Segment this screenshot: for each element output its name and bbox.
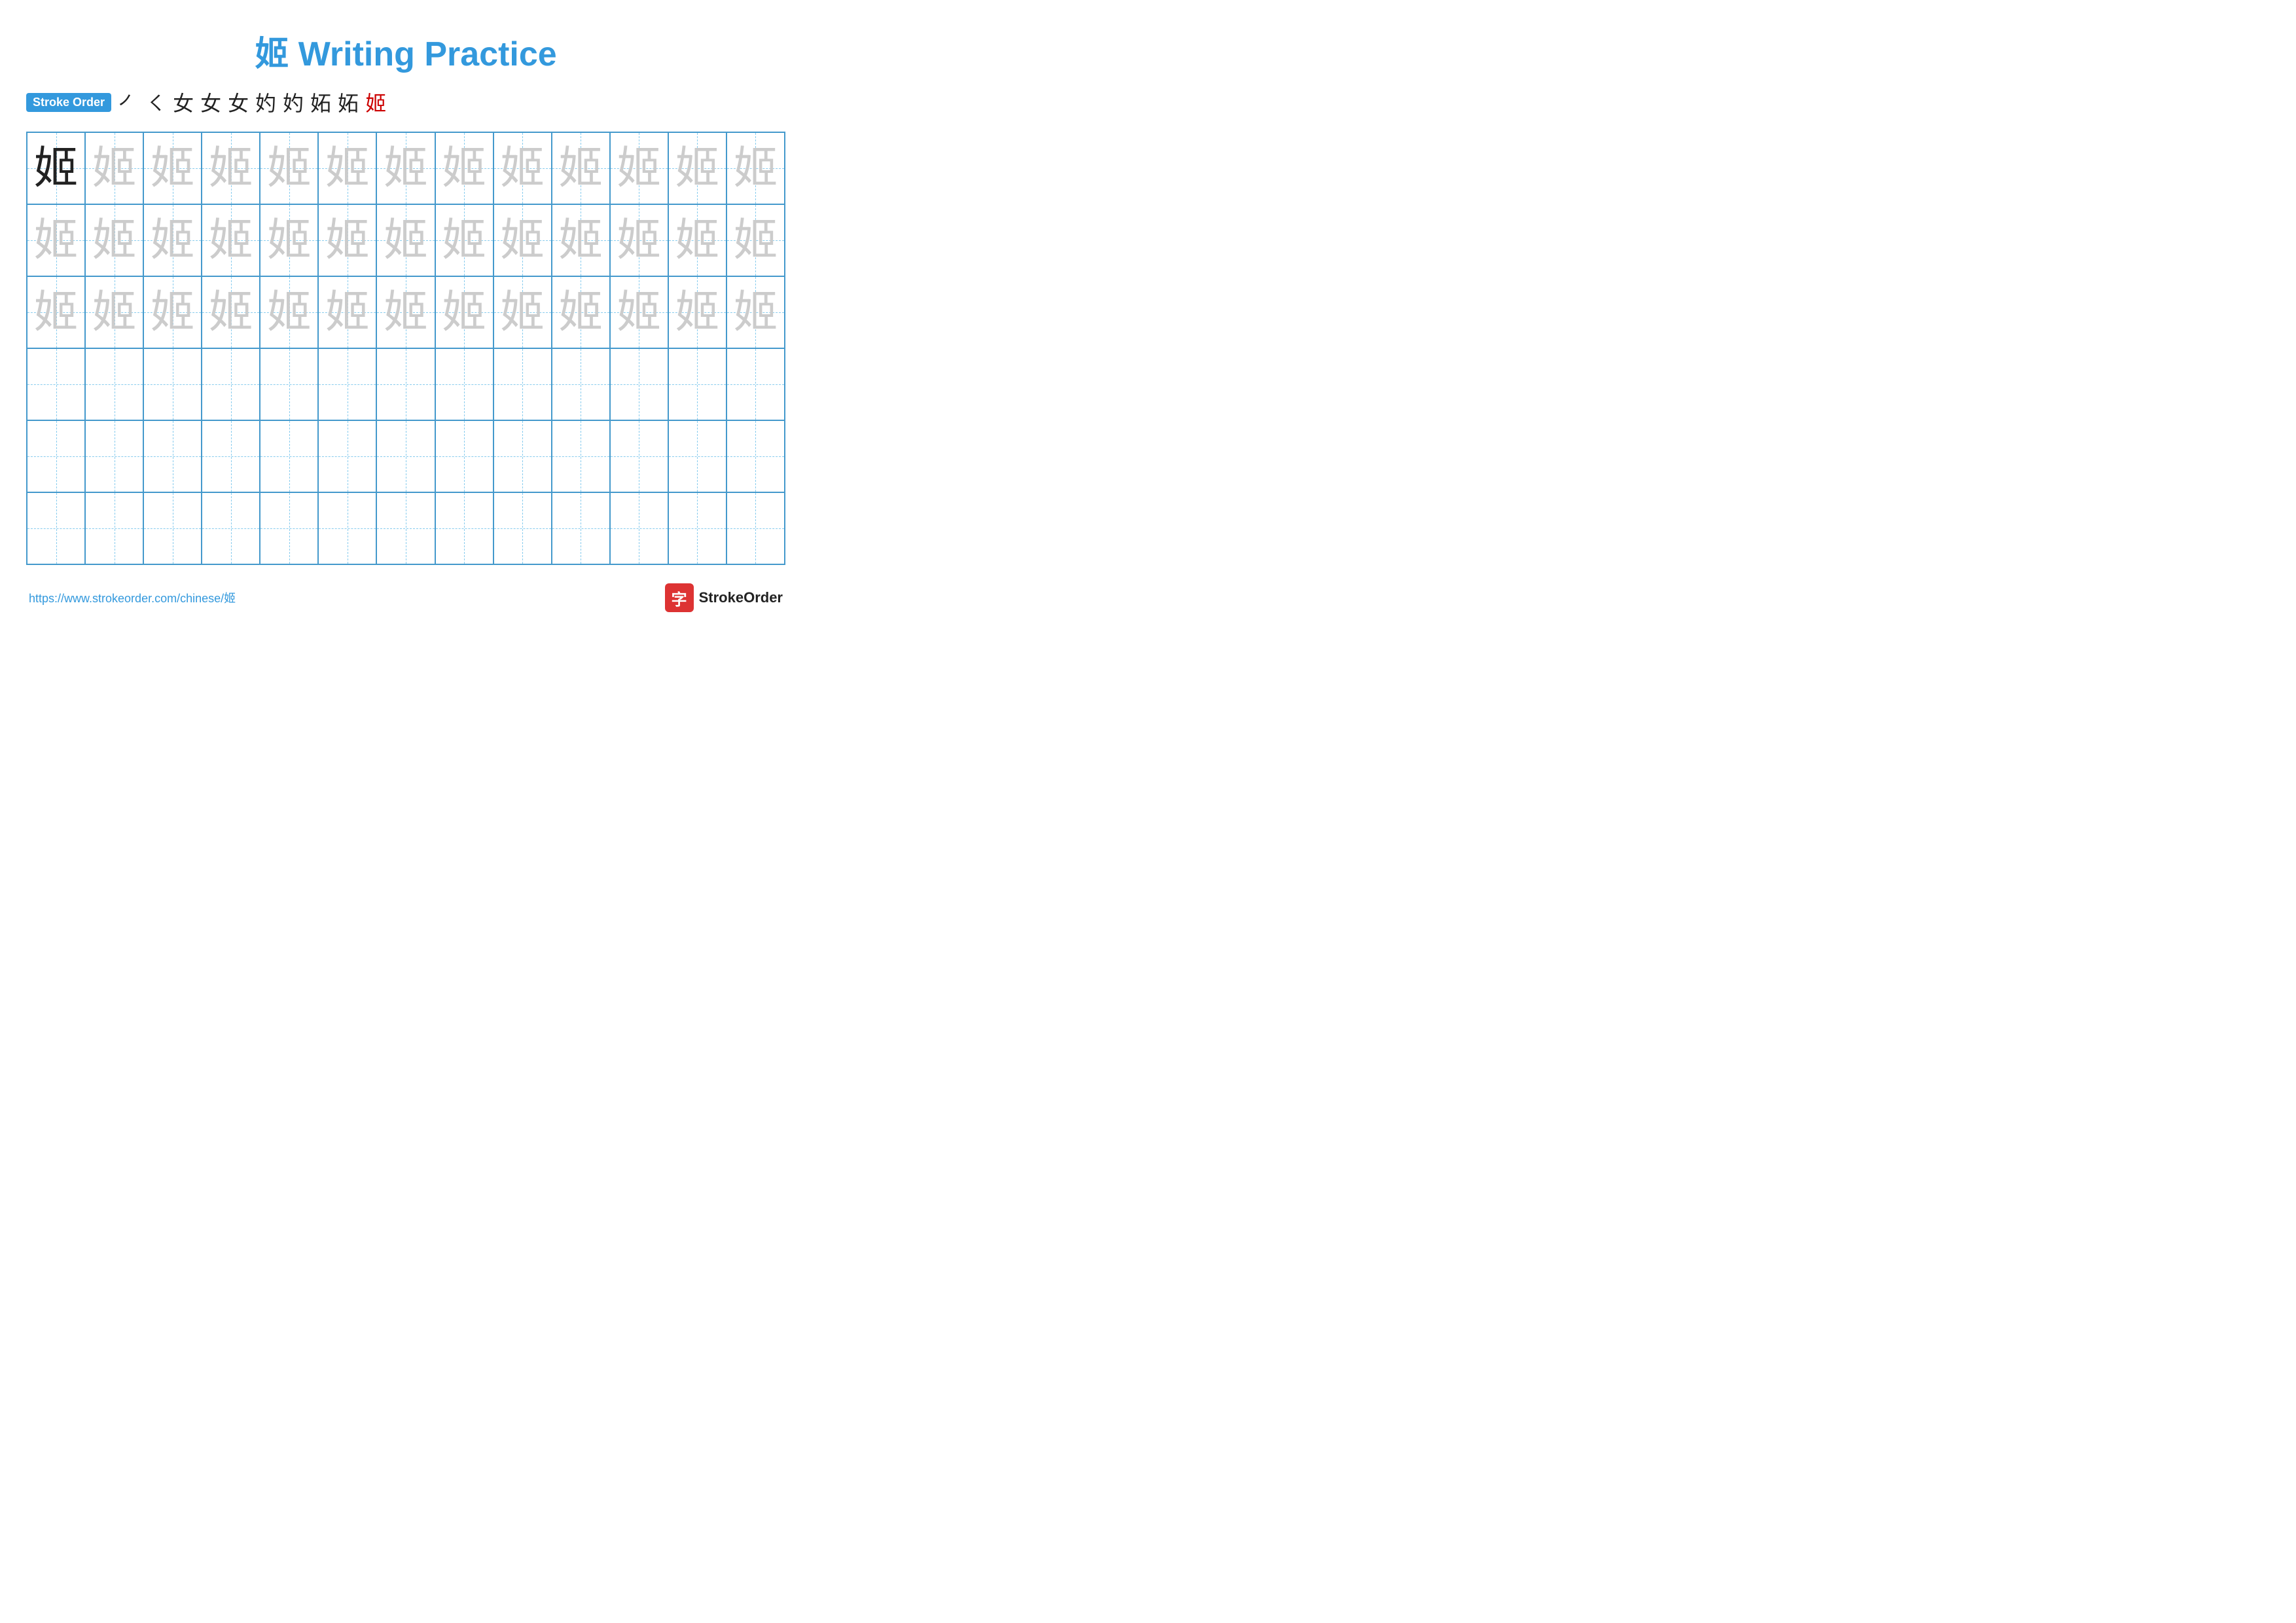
grid-cell[interactable]: 姬 (143, 132, 202, 204)
grid-cell[interactable] (493, 348, 552, 420)
grid-cell[interactable]: 姬 (260, 132, 318, 204)
grid-cell[interactable]: 姬 (610, 276, 668, 348)
grid-cell[interactable] (552, 492, 610, 564)
grid-cell[interactable] (260, 420, 318, 492)
grid-cell[interactable] (143, 420, 202, 492)
grid-cell[interactable] (668, 420, 726, 492)
grid-cell[interactable] (143, 492, 202, 564)
grid-cell[interactable] (552, 420, 610, 492)
grid-cell[interactable] (610, 348, 668, 420)
grid-cell[interactable] (435, 420, 493, 492)
grid-cell[interactable] (85, 420, 143, 492)
grid-cell[interactable]: 姬 (260, 204, 318, 276)
grid-cell[interactable] (143, 348, 202, 420)
grid-cell[interactable]: 姬 (202, 132, 260, 204)
practice-grid: 姬姬姬姬姬姬姬姬姬姬姬姬姬姬姬姬姬姬姬姬姬姬姬姬姬姬姬姬姬姬姬姬姬姬姬姬姬姬姬 (26, 132, 785, 565)
grid-cell[interactable] (202, 348, 260, 420)
grid-cell[interactable] (726, 348, 785, 420)
grid-cell[interactable]: 姬 (202, 276, 260, 348)
footer-brand: 字 StrokeOrder (665, 583, 783, 612)
grid-cell[interactable] (85, 348, 143, 420)
grid-cell[interactable] (552, 348, 610, 420)
grid-cell[interactable]: 姬 (726, 276, 785, 348)
grid-cell[interactable] (260, 492, 318, 564)
grid-cell[interactable]: 姬 (85, 132, 143, 204)
stroke-step-1: ㇒ (118, 87, 139, 117)
grid-cell[interactable]: 姬 (668, 204, 726, 276)
grid-cell[interactable] (376, 348, 435, 420)
grid-cell[interactable]: 姬 (376, 204, 435, 276)
grid-cell[interactable]: 姬 (202, 204, 260, 276)
grid-cell[interactable]: 姬 (27, 132, 85, 204)
grid-cell[interactable]: 姬 (552, 204, 610, 276)
grid-cell[interactable]: 姬 (143, 204, 202, 276)
grid-cell[interactable]: 姬 (552, 132, 610, 204)
stroke-step-4: 女 (200, 87, 221, 117)
grid-cell[interactable] (435, 492, 493, 564)
grid-cell[interactable]: 姬 (85, 276, 143, 348)
grid-cell[interactable] (27, 420, 85, 492)
stroke-step-9: 妬 (338, 87, 359, 117)
grid-cell[interactable] (27, 348, 85, 420)
grid-cell[interactable]: 姬 (318, 132, 376, 204)
footer: https://www.strokeorder.com/chinese/姬 字 … (26, 583, 785, 612)
grid-cell[interactable]: 姬 (27, 204, 85, 276)
grid-cell[interactable]: 姬 (610, 204, 668, 276)
page-title: 姬 Writing Practice (26, 26, 785, 75)
brand-name: StrokeOrder (699, 589, 783, 606)
grid-cell[interactable]: 姬 (493, 132, 552, 204)
grid-cell[interactable]: 姬 (27, 276, 85, 348)
grid-cell[interactable] (610, 492, 668, 564)
stroke-order-badge: Stroke Order (26, 93, 111, 112)
grid-cell[interactable] (318, 420, 376, 492)
grid-cell[interactable]: 姬 (435, 204, 493, 276)
grid-cell[interactable]: 姬 (435, 132, 493, 204)
grid-cell[interactable]: 姬 (318, 276, 376, 348)
grid-cell[interactable] (27, 492, 85, 564)
grid-cell[interactable] (260, 348, 318, 420)
stroke-step-5: 女 (228, 87, 249, 117)
grid-cell[interactable] (668, 492, 726, 564)
grid-cell[interactable] (318, 492, 376, 564)
grid-cell[interactable]: 姬 (726, 132, 785, 204)
grid-cell[interactable] (435, 348, 493, 420)
grid-cell[interactable]: 姬 (668, 132, 726, 204)
grid-cell[interactable]: 姬 (376, 276, 435, 348)
grid-cell[interactable] (202, 492, 260, 564)
brand-icon: 字 (665, 583, 694, 612)
grid-cell[interactable]: 姬 (435, 276, 493, 348)
grid-cell[interactable] (726, 492, 785, 564)
grid-cell[interactable]: 姬 (726, 204, 785, 276)
grid-cell[interactable] (318, 348, 376, 420)
grid-cell[interactable] (493, 420, 552, 492)
grid-cell[interactable]: 姬 (260, 276, 318, 348)
grid-cell[interactable]: 姬 (668, 276, 726, 348)
grid-cell[interactable]: 姬 (493, 276, 552, 348)
grid-cell[interactable] (202, 420, 260, 492)
grid-cell[interactable]: 姬 (143, 276, 202, 348)
stroke-step-10: 姬 (365, 87, 386, 117)
grid-cell[interactable] (668, 348, 726, 420)
grid-cell[interactable] (610, 420, 668, 492)
grid-cell[interactable]: 姬 (493, 204, 552, 276)
grid-cell[interactable] (376, 420, 435, 492)
stroke-order-row: Stroke Order ㇒ ㇛ 女 女 女 妁 妁 妬 妬 姬 (26, 87, 785, 117)
grid-cell[interactable]: 姬 (552, 276, 610, 348)
footer-url[interactable]: https://www.strokeorder.com/chinese/姬 (29, 589, 236, 606)
stroke-step-6: 妁 (255, 87, 276, 117)
stroke-step-3: 女 (173, 87, 194, 117)
stroke-step-8: 妬 (310, 87, 331, 117)
stroke-step-2: ㇛ (145, 87, 166, 117)
grid-cell[interactable] (85, 492, 143, 564)
grid-cell[interactable]: 姬 (85, 204, 143, 276)
grid-cell[interactable]: 姬 (610, 132, 668, 204)
grid-cell[interactable] (376, 492, 435, 564)
grid-cell[interactable] (493, 492, 552, 564)
grid-cell[interactable]: 姬 (376, 132, 435, 204)
stroke-step-7: 妁 (283, 87, 304, 117)
grid-cell[interactable] (726, 420, 785, 492)
grid-cell[interactable]: 姬 (318, 204, 376, 276)
